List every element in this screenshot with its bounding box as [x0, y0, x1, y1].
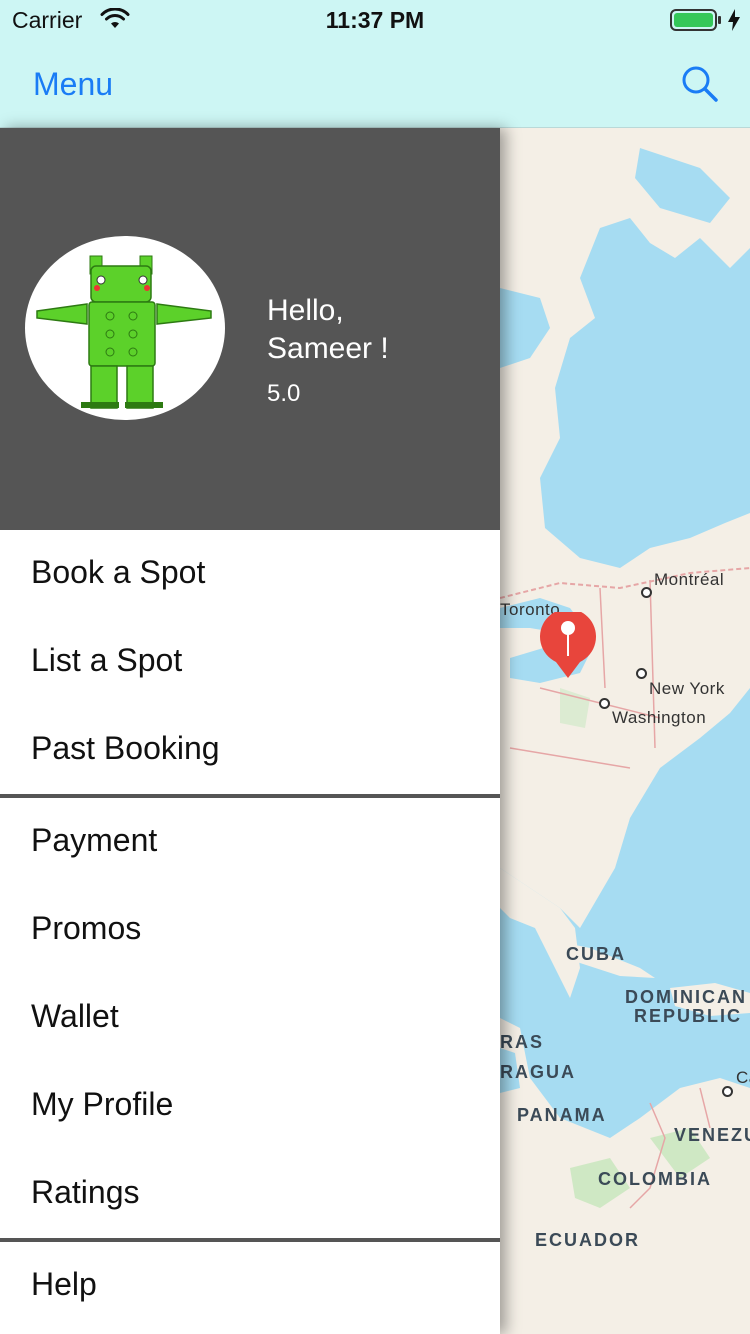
battery-icon [670, 9, 721, 31]
menu-item-label: Wallet [31, 998, 119, 1034]
search-icon [682, 66, 718, 102]
map-label-venezuela: VENEZU [674, 1125, 750, 1145]
status-time: 11:37 PM [325, 7, 425, 33]
map-label-ecuador: ECUADOR [535, 1230, 641, 1250]
menu-title: Menu [33, 66, 114, 102]
menu-item-list-a-spot[interactable]: List a Spot [0, 618, 500, 706]
menu-item-label: Book a Spot [31, 554, 206, 590]
greeting-line-2: Sameer ! [267, 332, 389, 365]
map-label-honduras: RAS [500, 1032, 545, 1052]
menu-item-book-a-spot[interactable]: Book a Spot [0, 530, 500, 618]
menu-item-label: List a Spot [31, 642, 183, 678]
navigation-bar: Menu [0, 40, 750, 128]
menu-item-payment[interactable]: Payment [0, 798, 500, 886]
menu-item-label: Payment [31, 822, 158, 858]
map-land [500, 128, 750, 1334]
greeting-line-1: Hello, [267, 294, 344, 327]
user-rating: 5.0 [267, 380, 301, 407]
caracas-dot [722, 1086, 733, 1097]
menu-item-label: Help [31, 1266, 97, 1302]
menu-item-help[interactable]: Help [0, 1242, 500, 1330]
avatar[interactable] [25, 236, 225, 420]
menu-item-past-booking[interactable]: Past Booking [0, 706, 500, 794]
search-button[interactable] [680, 64, 720, 104]
map-label-cuba: CUBA [566, 944, 626, 964]
robot-avatar-icon [36, 255, 212, 409]
map-label-montreal: Montréal [654, 570, 725, 589]
menu-item-my-profile[interactable]: My Profile [0, 1062, 500, 1150]
side-drawer: Hello, Sameer ! 5.0 Book a Spot List a S… [0, 128, 500, 1334]
map-label-colombia: COLOMBIA [598, 1169, 712, 1189]
menu-item-ratings[interactable]: Ratings [0, 1150, 500, 1238]
washington-dot [599, 698, 610, 709]
map-label-washington: Washington [612, 708, 707, 727]
menu-item-promos[interactable]: Promos [0, 886, 500, 974]
charging-icon [728, 9, 740, 31]
status-bar: Carrier 11:37 PM [0, 0, 750, 40]
profile-header: Hello, Sameer ! 5.0 [0, 128, 500, 530]
menu-item-label: Ratings [31, 1174, 140, 1210]
greeting: Hello, Sameer ! [267, 292, 487, 368]
map-label-caracas: Ca [736, 1068, 750, 1087]
menu-item-label: Promos [31, 910, 142, 946]
map-label-panama: PANAMA [517, 1105, 607, 1125]
menu-item-label: My Profile [31, 1086, 174, 1122]
map-label-dominican: DOMINICAN [625, 987, 747, 1007]
location-pin-icon[interactable] [538, 612, 598, 682]
montreal-dot [641, 587, 652, 598]
map-label-republic: REPUBLIC [634, 1006, 743, 1026]
menu-item-wallet[interactable]: Wallet [0, 974, 500, 1062]
map-view[interactable]: Toronto Montréal New York Washington CUB… [500, 128, 750, 1334]
menu-item-label: Past Booking [31, 730, 220, 766]
new-york-dot [636, 668, 647, 679]
map-label-nicaragua: RAGUA [500, 1062, 576, 1082]
map-label-new-york: New York [649, 679, 725, 698]
